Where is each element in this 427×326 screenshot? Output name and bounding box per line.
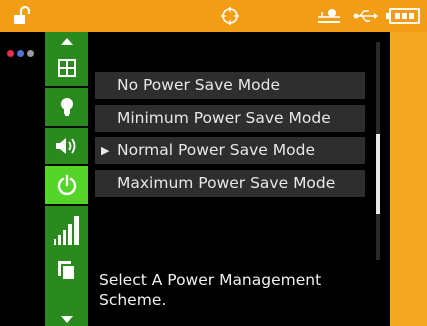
sidebar-item-power[interactable] (45, 166, 88, 204)
gray-dot (27, 50, 34, 57)
sidebar-item-signal[interactable] (45, 206, 88, 254)
option-maximum-power-save[interactable]: Maximum Power Save Mode (95, 170, 365, 197)
option-no-power-save[interactable]: No Power Save Mode (95, 72, 365, 99)
power-settings-panel: No Power Save Mode Minimum Power Save Mo… (88, 32, 385, 326)
hint-text: Select A Power Management Scheme. (99, 271, 322, 309)
copy-pages-icon (57, 261, 76, 281)
scroll-down-arrow-icon (60, 316, 73, 323)
option-normal-power-save[interactable]: ▶ Normal Power Save Mode (95, 137, 365, 164)
scroll-up-arrow-icon (60, 38, 73, 45)
grid-icon (57, 59, 76, 77)
red-dot (7, 50, 14, 57)
battery-icon (386, 8, 420, 24)
sidebar-item-display[interactable] (45, 50, 88, 86)
sidebar-item-copy[interactable] (45, 254, 88, 288)
option-label: No Power Save Mode (117, 76, 280, 94)
scrollbar-thumb[interactable] (376, 134, 380, 214)
signal-strength-icon (53, 216, 79, 245)
option-label: Minimum Power Save Mode (117, 109, 331, 127)
left-panel (0, 32, 45, 326)
window-dots (7, 50, 37, 58)
sidebar-item-light[interactable] (45, 88, 88, 126)
power-icon (57, 174, 76, 196)
option-label: Normal Power Save Mode (117, 141, 316, 159)
option-minimum-power-save[interactable]: Minimum Power Save Mode (95, 105, 365, 132)
usb-device-icon (318, 9, 340, 23)
sidebar-item-sound[interactable] (45, 128, 88, 164)
sidebar-scroll-down[interactable] (45, 312, 88, 326)
blue-dot (17, 50, 24, 57)
selected-marker-icon: ▶ (101, 144, 110, 157)
settings-sidebar (45, 32, 88, 326)
crosshair-target-icon (221, 7, 239, 25)
option-label: Maximum Power Save Mode (117, 174, 336, 192)
lock-open-icon (14, 6, 31, 24)
status-bar (0, 0, 427, 32)
usb-icon (353, 10, 378, 22)
lightbulb-icon (60, 98, 73, 116)
volume-icon (55, 138, 75, 154)
sidebar-scroll-up[interactable] (45, 32, 88, 50)
right-frame (390, 32, 427, 326)
